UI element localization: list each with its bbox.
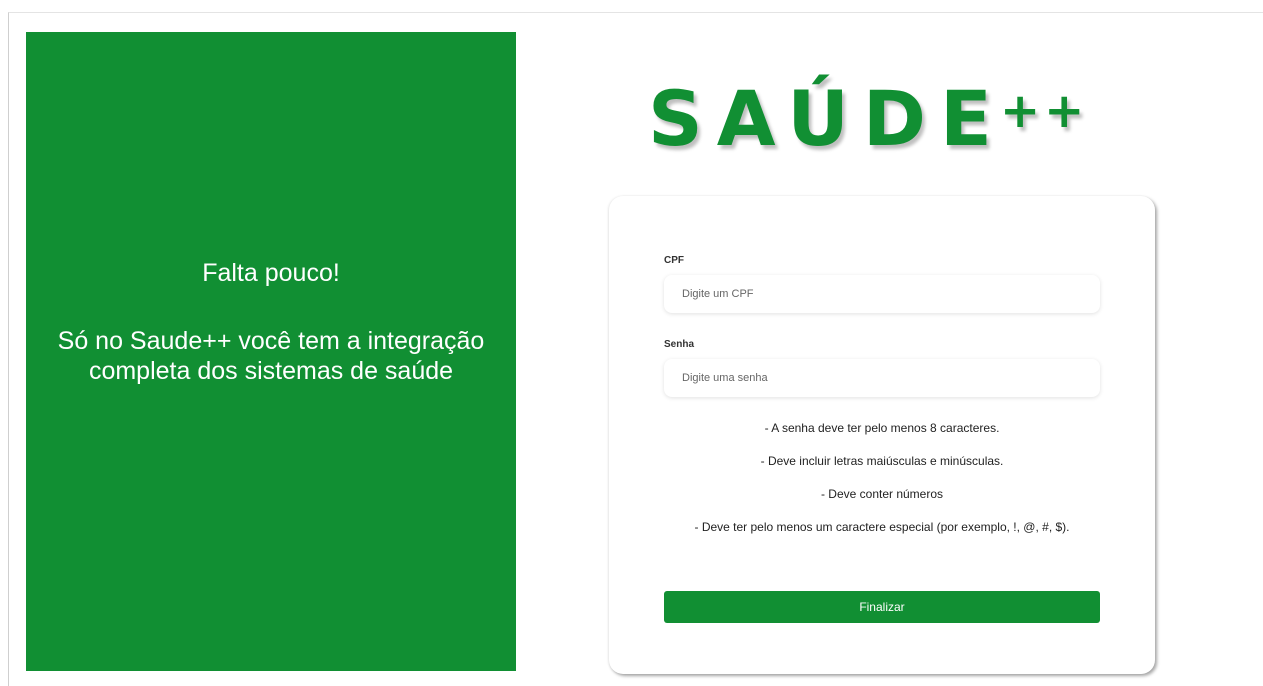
logo-word: SAÚDE	[648, 74, 1006, 163]
saude-logo: SAÚDE ++	[648, 74, 1118, 174]
cpf-input[interactable]	[664, 275, 1100, 313]
password-rule: - Deve incluir letras maiúsculas e minús…	[760, 454, 1004, 468]
password-rules: - A senha deve ter pelo menos 8 caracter…	[664, 421, 1100, 553]
promo-heading: Falta pouco!	[202, 258, 340, 287]
signup-form-card: CPF Senha - A senha deve ter pelo menos …	[609, 196, 1155, 674]
promo-tagline: Só no Saude++ você tem a integração comp…	[57, 326, 485, 385]
password-rule: - Deve ter pelo menos um caractere espec…	[694, 520, 1070, 534]
password-label: Senha	[664, 339, 695, 350]
finalize-button[interactable]: Finalizar	[664, 591, 1100, 623]
password-rule: - A senha deve ter pelo menos 8 caracter…	[764, 421, 1000, 435]
logo-suffix: ++	[999, 83, 1089, 139]
password-input[interactable]	[664, 359, 1100, 397]
cpf-label: CPF	[664, 255, 684, 266]
promo-panel: Falta pouco! Só no Saude++ você tem a in…	[26, 32, 516, 671]
password-rule: - Deve conter números	[820, 487, 944, 501]
